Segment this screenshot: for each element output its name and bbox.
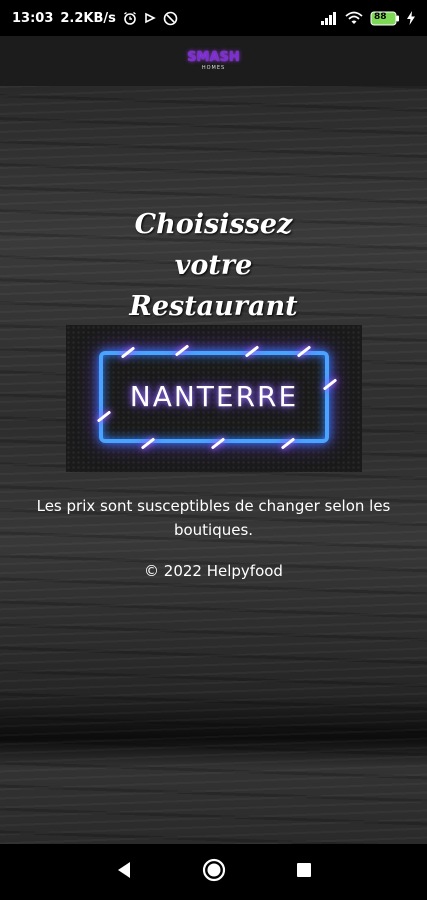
alarm-icon xyxy=(123,11,137,25)
title-line-3: Restaurant xyxy=(129,291,298,322)
signal-icon xyxy=(320,11,338,25)
logo-text: SMASH xyxy=(187,50,240,65)
home-icon xyxy=(202,858,226,886)
back-icon xyxy=(116,861,132,883)
status-time: 13:03 xyxy=(12,10,54,26)
app-header: SMASH HOMES xyxy=(0,36,427,86)
title-line-2: votre xyxy=(174,250,253,281)
battery-icon: 88 xyxy=(370,11,400,26)
price-notice: Les prix sont susceptibles de changer se… xyxy=(36,497,391,539)
logo-subtext: HOMES xyxy=(201,65,226,71)
vpn-icon xyxy=(163,11,178,26)
recents-button[interactable] xyxy=(259,844,349,900)
recents-icon xyxy=(296,862,312,882)
brand-logo[interactable]: SMASH HOMES xyxy=(187,51,240,71)
network-speed: 2.2KB/s xyxy=(60,10,116,26)
restaurant-card-nanterre[interactable]: NANTERRE xyxy=(66,325,362,472)
home-button[interactable] xyxy=(169,844,259,900)
navigation-bar xyxy=(0,844,427,900)
back-button[interactable] xyxy=(79,844,169,900)
restaurant-name: NANTERRE xyxy=(129,380,299,413)
battery-level: 88 xyxy=(374,11,387,22)
play-icon xyxy=(144,12,156,24)
page-title: Choisissez votre Restaurant xyxy=(0,204,427,327)
wifi-icon xyxy=(345,11,363,25)
status-bar: 13:03 2.2KB/s 88 xyxy=(0,0,427,36)
title-line-1: Choisissez xyxy=(134,209,293,240)
charging-icon xyxy=(407,11,415,25)
copyright-text: © 2022 Helpyfood xyxy=(144,562,283,580)
